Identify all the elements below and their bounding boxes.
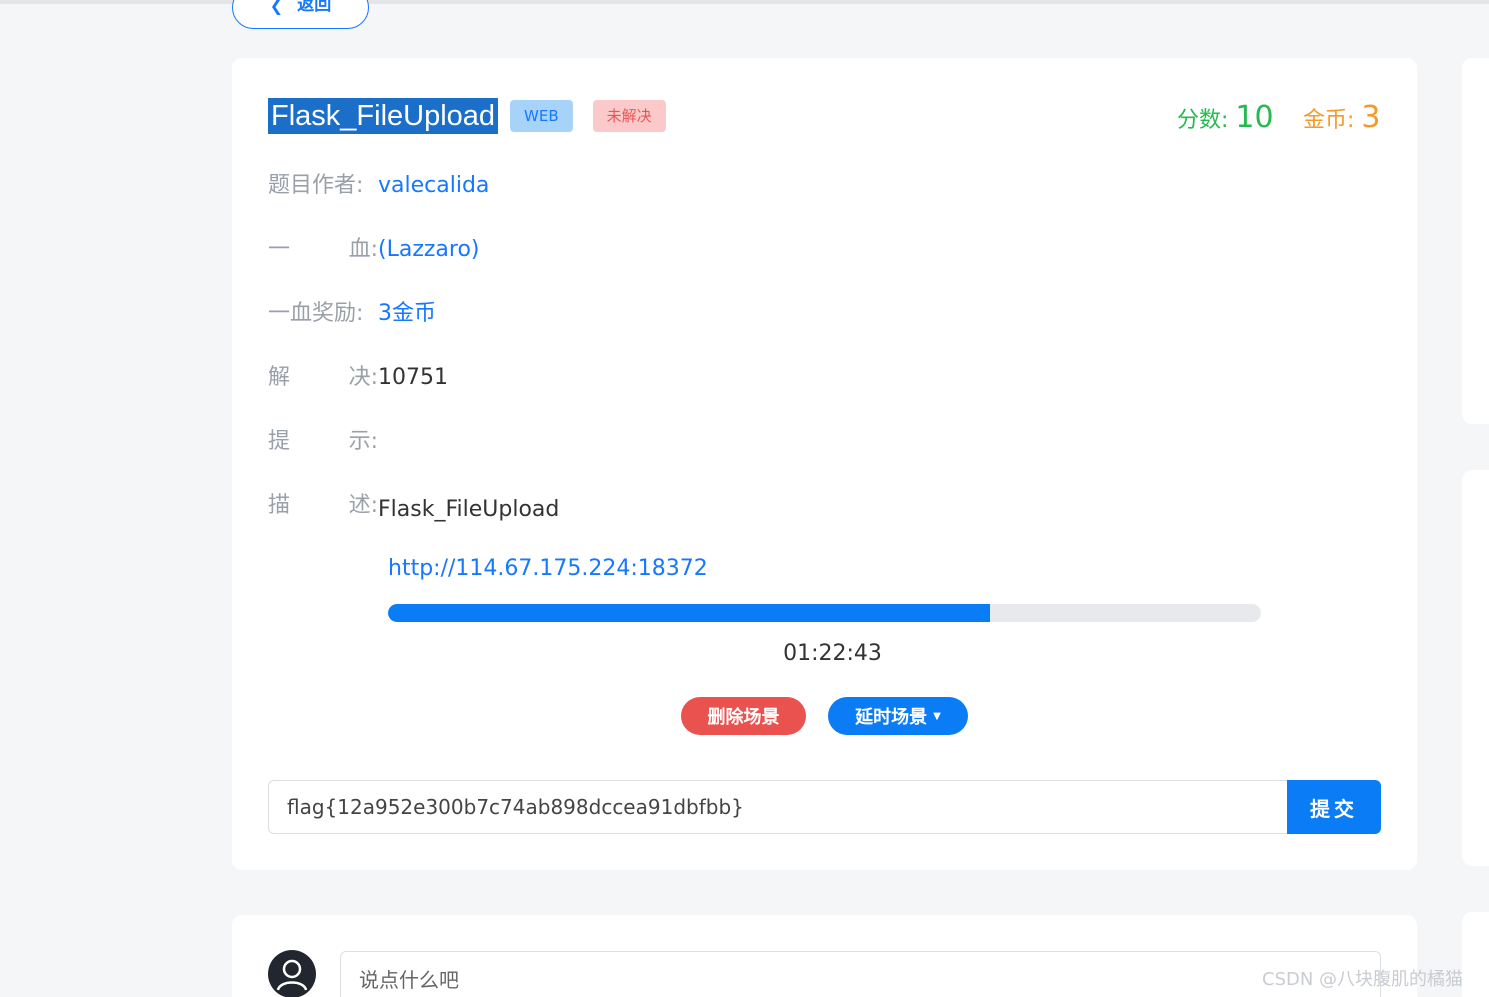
user-icon [276, 959, 308, 991]
author-row: 题目作者: valecalida [268, 171, 489, 201]
delete-scene-button[interactable]: 删除场景 [681, 697, 806, 735]
chevron-left-icon: ❮ [269, 0, 284, 15]
coins-display: 金币: 3 [1303, 100, 1381, 135]
extend-scene-label: 延时场景 [855, 707, 928, 728]
description-text: Flask_FileUpload [378, 497, 560, 522]
back-button[interactable]: ❮ 返回 [232, 0, 369, 29]
scene-url-link[interactable]: http://114.67.175.224:18372 [388, 556, 708, 581]
avatar[interactable] [268, 950, 316, 997]
extend-scene-dropdown[interactable]: 延时场景 ▼ [828, 697, 968, 735]
first-blood-reward-label: 一血奖励: [268, 301, 364, 326]
challenge-card: Flask_FileUpload WEB 未解决 分数: 10 金币: 3 题目… [232, 58, 1417, 870]
comment-input[interactable]: 说点什么吧 [340, 951, 1381, 997]
caret-down-icon: ▼ [933, 710, 941, 722]
scene-timer: 01:22:43 [783, 641, 882, 666]
category-tag: WEB [510, 100, 573, 132]
challenge-title: Flask_FileUpload [268, 98, 499, 134]
author-link[interactable]: valecalida [378, 171, 489, 201]
back-button-label: 返回 [297, 0, 332, 15]
submit-flag-button[interactable]: 提交 [1287, 780, 1381, 834]
progress-fill [388, 604, 991, 622]
scene-time-progress [388, 604, 1261, 622]
watermark: CSDN @八块腹肌的橘猫 [1262, 969, 1464, 990]
top-divider [0, 0, 1489, 4]
hint-row: 提示: [268, 427, 378, 457]
first-blood-reward-value: 3金币 [378, 301, 436, 326]
score-display: 分数: 10 [1177, 100, 1274, 135]
solves-count: 10751 [378, 365, 448, 390]
coins-label: 金币: [1303, 108, 1355, 133]
description-row: 描述: Flask_FileUpload [268, 491, 559, 525]
side-panel-middle [1462, 470, 1489, 866]
comment-card: 说点什么吧 [232, 915, 1417, 997]
description-label: 描述: [268, 493, 378, 518]
first-blood-label: 一血: [268, 237, 378, 262]
side-panel-top [1462, 58, 1489, 424]
coins-value: 3 [1361, 100, 1381, 135]
flag-input[interactable]: flag{12a952e300b7c74ab898dccea91dbfbb} [268, 780, 1288, 834]
status-badge: 未解决 [592, 100, 666, 132]
first-blood-reward-row: 一血奖励: 3金币 [268, 299, 436, 329]
score-value: 10 [1235, 100, 1274, 135]
first-blood-user[interactable]: (Lazzaro) [378, 235, 480, 265]
solves-label: 解决: [268, 365, 378, 390]
author-label: 题目作者: [268, 173, 364, 198]
delete-scene-label: 删除场景 [707, 707, 780, 728]
first-blood-row: 一血: (Lazzaro) [268, 235, 480, 265]
score-label: 分数: [1177, 108, 1229, 133]
submit-flag-label: 提交 [1310, 796, 1358, 821]
side-panel-bottom [1462, 912, 1489, 997]
title-row: Flask_FileUpload WEB 未解决 [268, 98, 666, 134]
hint-label: 提示: [268, 429, 378, 454]
solves-row: 解决: 10751 [268, 363, 448, 393]
timer-row: 01:22:43 [232, 641, 1417, 666]
